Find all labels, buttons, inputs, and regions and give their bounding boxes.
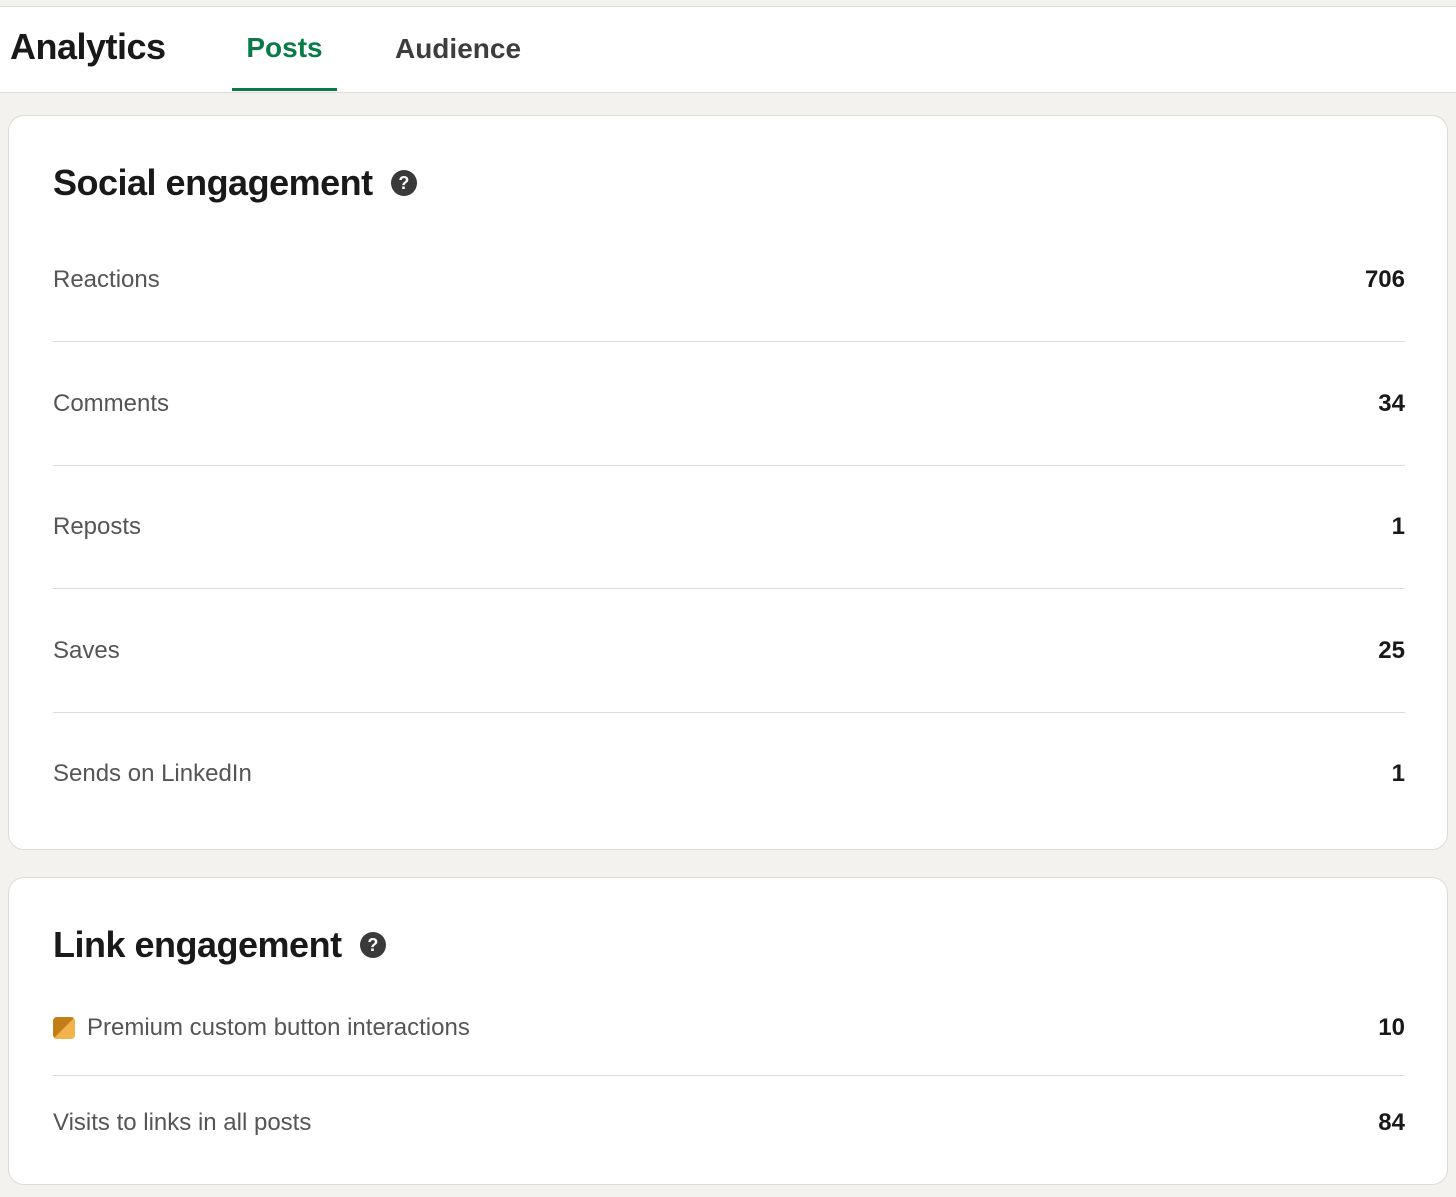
metric-value: 1	[1391, 513, 1405, 540]
link-engagement-title: Link engagement	[53, 924, 342, 965]
help-icon[interactable]: ?	[359, 932, 386, 958]
metric-label: Premium custom button interactions	[87, 1014, 470, 1041]
divider	[53, 712, 1405, 713]
metric-label: Comments	[53, 390, 170, 417]
tab-audience[interactable]: Audience	[380, 7, 536, 91]
metric-row-sends[interactable]: Sends on LinkedIn 1	[53, 744, 1405, 804]
link-engagement-card: Link engagement ? Premium custom button …	[8, 877, 1448, 1185]
metric-label: Saves	[53, 637, 120, 664]
metric-row-comments[interactable]: Comments 34	[53, 374, 1405, 434]
divider	[53, 465, 1405, 466]
metric-label: Visits to links in all posts	[53, 1109, 312, 1136]
metric-row-saves[interactable]: Saves 25	[53, 621, 1405, 681]
metric-row-premium-button[interactable]: Premium custom button interactions 10	[53, 998, 1405, 1058]
analytics-header: Analytics Posts Audience	[0, 6, 1456, 93]
premium-icon	[53, 1017, 75, 1039]
metric-row-reactions[interactable]: Reactions 706	[53, 250, 1405, 310]
social-engagement-heading: Social engagement ?	[53, 162, 417, 204]
metric-value: 706	[1364, 266, 1405, 293]
divider	[53, 341, 1405, 342]
metric-row-link-visits[interactable]: Visits to links in all posts 84	[53, 1093, 1405, 1153]
metric-row-reposts[interactable]: Reposts 1	[53, 497, 1405, 557]
link-engagement-heading: Link engagement ?	[53, 924, 386, 966]
page-title: Analytics	[10, 26, 166, 67]
metric-label-wrapper: Premium custom button interactions	[53, 1014, 470, 1042]
metric-value: 10	[1378, 1014, 1405, 1041]
metric-value: 84	[1378, 1109, 1405, 1136]
divider	[53, 1075, 1405, 1076]
metric-value: 25	[1378, 637, 1405, 664]
divider	[53, 588, 1405, 589]
metric-label: Reposts	[53, 513, 142, 540]
tab-posts[interactable]: Posts	[232, 7, 337, 91]
metric-value: 1	[1391, 760, 1405, 787]
metric-label: Reactions	[53, 266, 160, 293]
help-icon[interactable]: ?	[390, 170, 417, 196]
social-engagement-title: Social engagement	[53, 162, 373, 203]
metric-value: 34	[1378, 390, 1405, 417]
metric-label: Sends on LinkedIn	[53, 760, 252, 787]
social-engagement-card: Social engagement ? Reactions 706 Commen…	[8, 115, 1448, 850]
